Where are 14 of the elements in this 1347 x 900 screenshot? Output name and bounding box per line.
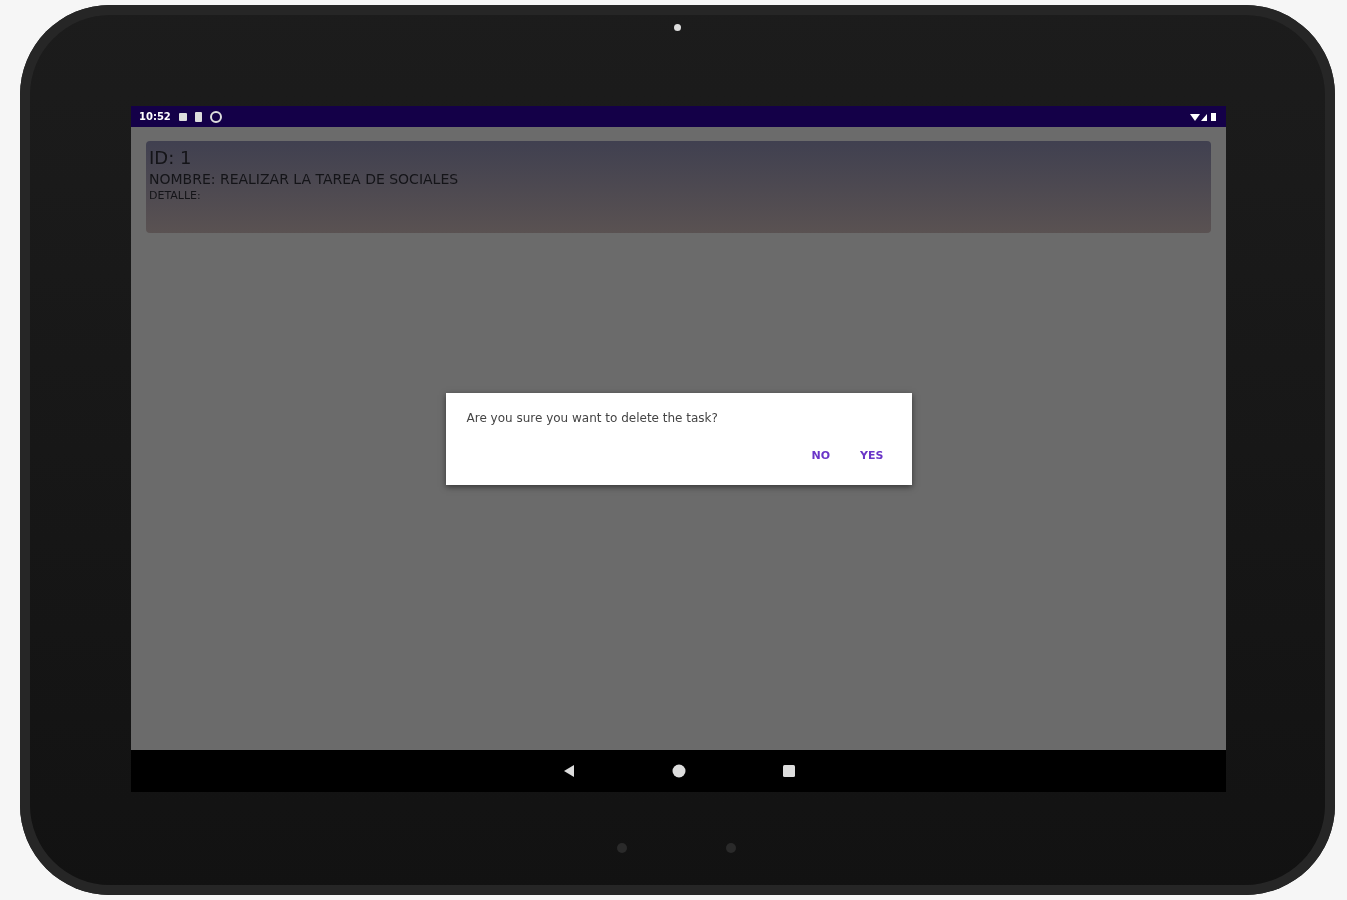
camera-dot [674, 24, 681, 31]
home-icon[interactable] [671, 764, 686, 778]
wifi-signal-battery-icon [1190, 111, 1218, 122]
task-id: ID: 1 [149, 147, 193, 169]
dialog-message: Are you sure you want to delete the task? [466, 410, 719, 425]
sensor-dot [617, 843, 627, 853]
circle-icon [209, 110, 222, 123]
no-button[interactable]: NO [805, 444, 837, 466]
status-time: 10:52 [139, 111, 171, 122]
task-name: NOMBRE: REALIZAR LA TAREA DE SOCIALES [149, 170, 460, 189]
recents-icon[interactable] [781, 764, 796, 778]
sensor-dot [726, 843, 736, 853]
task-detail: DETALLE: [149, 189, 202, 203]
yes-button[interactable]: YES [854, 444, 890, 466]
